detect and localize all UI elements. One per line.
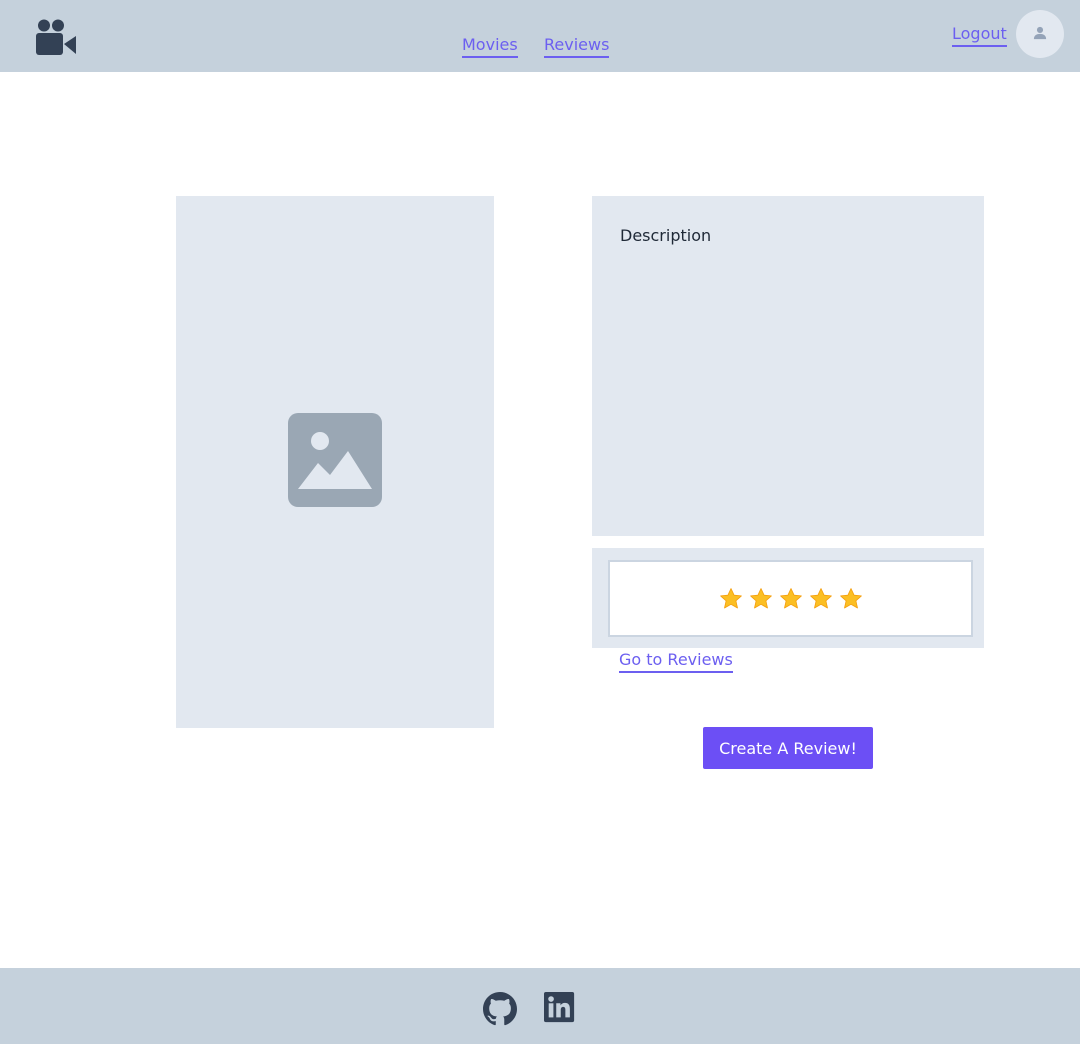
avatar[interactable] bbox=[1016, 10, 1064, 58]
github-icon[interactable] bbox=[483, 992, 517, 1026]
page: Movies Reviews Logout Description Go to … bbox=[0, 0, 1080, 1044]
create-review-button[interactable]: Create A Review! bbox=[703, 727, 873, 769]
description-title: Description bbox=[620, 226, 712, 245]
go-to-reviews-link[interactable]: Go to Reviews bbox=[619, 650, 733, 673]
star-icon bbox=[719, 587, 742, 608]
footer bbox=[0, 968, 1080, 1044]
description-panel: Description bbox=[592, 196, 984, 536]
star-rating bbox=[608, 560, 973, 637]
star-icon bbox=[749, 587, 772, 608]
movie-poster-placeholder bbox=[176, 196, 494, 728]
top-navbar: Movies Reviews Logout bbox=[0, 0, 1080, 72]
star-icon bbox=[779, 587, 802, 608]
star-icon bbox=[809, 587, 832, 608]
nav-link-movies[interactable]: Movies bbox=[462, 35, 518, 58]
rating-panel bbox=[592, 548, 984, 648]
video-camera-icon[interactable] bbox=[36, 19, 76, 57]
user-icon bbox=[1033, 25, 1047, 44]
image-placeholder-icon bbox=[288, 413, 382, 511]
logout-link[interactable]: Logout bbox=[952, 24, 1007, 47]
linkedin-icon[interactable] bbox=[544, 992, 578, 1026]
nav-link-reviews[interactable]: Reviews bbox=[544, 35, 610, 58]
star-icon bbox=[839, 587, 862, 608]
